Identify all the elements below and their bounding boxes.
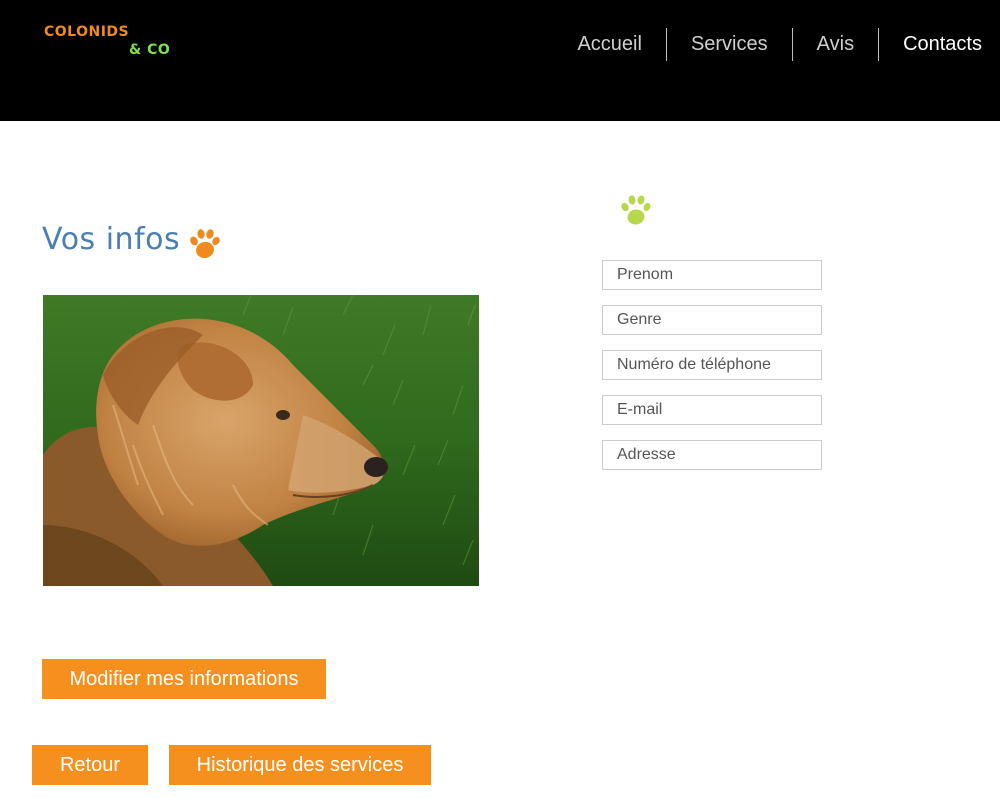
nav-item-accueil[interactable]: Accueil xyxy=(577,28,665,61)
nav-item-services[interactable]: Services xyxy=(667,28,792,61)
header: COLONIDS & CO Accueil Services Avis Cont… xyxy=(0,0,1000,121)
address-field[interactable] xyxy=(602,440,822,470)
brand-logo[interactable]: COLONIDS & CO xyxy=(44,24,184,64)
brand-line-2: & CO xyxy=(129,42,171,58)
gender-field[interactable] xyxy=(602,305,822,335)
paw-icon xyxy=(190,229,220,259)
back-button[interactable]: Retour xyxy=(32,745,148,785)
nav-item-avis[interactable]: Avis xyxy=(793,28,878,61)
main-nav: Accueil Services Avis Contacts xyxy=(577,28,1000,61)
brand-line-1: COLONIDS xyxy=(44,24,130,40)
page-title: Vos infos xyxy=(42,222,181,257)
nav-item-contacts[interactable]: Contacts xyxy=(879,28,1000,61)
modify-info-button[interactable]: Modifier mes informations xyxy=(42,659,326,699)
page: COLONIDS & CO Accueil Services Avis Cont… xyxy=(0,0,1000,799)
paw-icon xyxy=(621,195,651,225)
first-name-field[interactable] xyxy=(602,260,822,290)
phone-field[interactable] xyxy=(602,350,822,380)
email-field[interactable] xyxy=(602,395,822,425)
service-history-button[interactable]: Historique des services xyxy=(169,745,431,785)
dog-photo xyxy=(43,295,479,586)
